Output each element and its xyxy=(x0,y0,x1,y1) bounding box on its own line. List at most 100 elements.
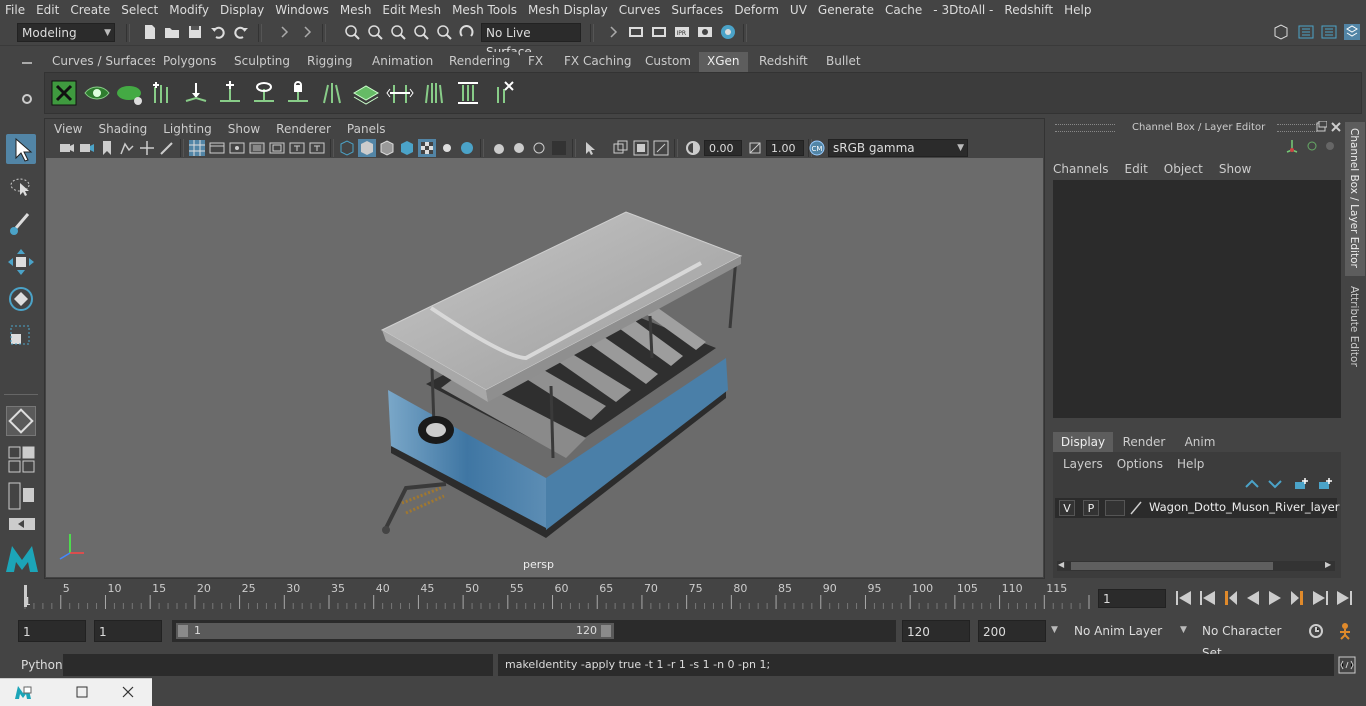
layer-menu-layers[interactable]: Layers xyxy=(1063,457,1103,471)
viewport-menu-shading[interactable]: Shading xyxy=(90,120,155,139)
layout-outliner-icon[interactable] xyxy=(8,482,36,510)
menu-redshift[interactable]: Redshift xyxy=(999,0,1059,20)
range-end-handle[interactable] xyxy=(601,625,611,637)
channel-menu-object[interactable]: Object xyxy=(1164,162,1203,176)
shelf-settings-gear-icon[interactable] xyxy=(20,92,34,106)
shelf-tab-fx-caching[interactable]: FX Caching xyxy=(556,52,640,72)
menu-generate[interactable]: Generate xyxy=(813,0,880,20)
menu-3dtoall[interactable]: - 3DtoAll - xyxy=(928,0,999,20)
layer-visibility-toggle[interactable]: V xyxy=(1059,500,1075,516)
playback-start-field[interactable]: 1 xyxy=(94,620,162,642)
channel-menu-channels[interactable]: Channels xyxy=(1053,162,1109,176)
smooth-shade-icon[interactable] xyxy=(358,139,376,157)
snap-grid-icon[interactable] xyxy=(343,23,361,41)
script-language-toggle[interactable]: Python xyxy=(18,654,65,676)
step-back-frame-icon[interactable] xyxy=(1225,591,1237,605)
scroll-right-icon[interactable]: ▶ xyxy=(1325,560,1331,569)
layer-horizontal-scrollbar[interactable]: ◀ ▶ xyxy=(1057,560,1335,571)
snap-point-icon[interactable] xyxy=(389,23,407,41)
xgen-rebuild-icon[interactable] xyxy=(386,79,414,107)
attribute-editor-toggle-icon[interactable] xyxy=(1297,23,1315,41)
xgen-lock-icon[interactable] xyxy=(284,79,312,107)
ambient-occlusion-icon[interactable] xyxy=(458,139,476,157)
select-tool-button[interactable] xyxy=(6,134,36,164)
lasso-tool-button[interactable] xyxy=(6,173,36,203)
live-surface-field[interactable]: No Live Surface xyxy=(481,23,581,59)
layer-menu-options[interactable]: Options xyxy=(1117,457,1163,471)
camera-attributes-icon[interactable] xyxy=(78,139,96,157)
depth-of-field-icon[interactable] xyxy=(530,139,548,157)
rotate-tool-button[interactable] xyxy=(6,284,36,314)
move-layer-down-icon[interactable] xyxy=(1267,477,1283,491)
undo-icon[interactable] xyxy=(209,23,227,41)
script-editor-icon[interactable] xyxy=(1338,656,1356,674)
drag-handle[interactable] xyxy=(1055,124,1115,132)
range-slider-track[interactable]: 1 120 xyxy=(172,620,896,642)
xgen-density-icon[interactable] xyxy=(352,79,380,107)
xgen-description-icon[interactable] xyxy=(116,79,144,107)
chevron-down-icon[interactable]: ▼ xyxy=(1051,625,1058,635)
viewport-menu-lighting[interactable]: Lighting xyxy=(155,120,220,139)
xgen-sculpt-guide-icon[interactable] xyxy=(318,79,346,107)
tab-display[interactable]: Display xyxy=(1053,432,1113,452)
side-tab-attribute-editor[interactable]: Attribute Editor xyxy=(1345,286,1365,370)
shelf-tab-xgen[interactable]: XGen xyxy=(699,52,748,72)
xgen-guide-icon[interactable] xyxy=(149,79,177,107)
range-start-handle[interactable] xyxy=(178,625,188,637)
play-forwards-icon[interactable] xyxy=(1269,591,1281,605)
layout-four-view-icon[interactable] xyxy=(8,446,36,474)
go-to-start-icon[interactable] xyxy=(1176,591,1191,605)
xgen-add-guide-icon[interactable] xyxy=(182,79,210,107)
collapse-arrow-icon[interactable] xyxy=(275,23,293,41)
menu-mesh[interactable]: Mesh xyxy=(335,0,378,20)
auto-key-icon[interactable] xyxy=(1307,622,1325,640)
menu-help[interactable]: Help xyxy=(1059,0,1097,20)
layer-display-type[interactable] xyxy=(1105,500,1125,516)
move-layer-up-icon[interactable] xyxy=(1244,477,1260,491)
time-slider[interactable]: 5 10 15 20 25 30 35 40 45 50 55 60 65 70 75 80 85 90 95 100… xyxy=(18,581,1105,611)
layer-color-swatch-icon[interactable] xyxy=(1129,500,1143,516)
play-backwards-icon[interactable] xyxy=(1247,591,1259,605)
step-back-key-icon[interactable] xyxy=(1200,591,1215,605)
collapse-arrow-icon[interactable] xyxy=(604,23,622,41)
shadows-icon[interactable] xyxy=(438,139,456,157)
current-frame-field[interactable]: 1 xyxy=(1098,589,1166,608)
shelf-tab-custom[interactable]: Custom xyxy=(637,52,699,72)
menu-curves[interactable]: Curves xyxy=(614,0,667,20)
xgen-select-guide-icon[interactable] xyxy=(250,79,278,107)
command-input[interactable] xyxy=(63,654,493,676)
snap-view-plane-icon[interactable] xyxy=(435,23,453,41)
step-forward-key-icon[interactable] xyxy=(1313,591,1328,605)
exposure-field[interactable]: 0.00 xyxy=(704,140,742,156)
xgen-editor-icon[interactable] xyxy=(50,79,78,107)
menu-edit[interactable]: Edit xyxy=(31,0,65,20)
camera-icon[interactable] xyxy=(58,139,76,157)
new-layer-icon[interactable] xyxy=(1293,477,1309,491)
collapse-arrow-icon[interactable] xyxy=(298,23,316,41)
mode-dropdown[interactable]: Modeling ▼ xyxy=(17,23,115,42)
redo-icon[interactable] xyxy=(232,23,250,41)
view-transform-dropdown[interactable]: sRGB gamma ▼ xyxy=(828,139,968,157)
layer-row[interactable]: V P Wagon_Dotto_Muson_River_layer xyxy=(1055,498,1339,518)
menu-modify[interactable]: Modify xyxy=(164,0,215,20)
wireframe-on-shaded-icon[interactable] xyxy=(378,139,396,157)
menu-windows[interactable]: Windows xyxy=(270,0,335,20)
maximize-icon[interactable] xyxy=(76,686,88,698)
ipr-render-icon[interactable]: IPR xyxy=(673,23,691,41)
exposure-icon[interactable] xyxy=(684,139,702,157)
xray-joints-icon[interactable] xyxy=(612,139,630,157)
menu-file[interactable]: File xyxy=(0,0,31,20)
viewport-menu-renderer[interactable]: Renderer xyxy=(268,120,339,139)
xgen-add-point-icon[interactable] xyxy=(216,79,244,107)
menu-deform[interactable]: Deform xyxy=(729,0,785,20)
paint-select-tool-button[interactable] xyxy=(6,210,36,240)
motion-blur-icon[interactable] xyxy=(490,139,508,157)
textured-icon[interactable] xyxy=(398,139,416,157)
resolution-gate-icon[interactable] xyxy=(228,139,246,157)
grid-toggle-icon[interactable] xyxy=(188,139,206,157)
shelf-tab-rendering[interactable]: Rendering xyxy=(441,52,519,72)
move-tool-button[interactable] xyxy=(6,247,36,277)
channel-list[interactable] xyxy=(1053,180,1341,418)
render-settings-icon[interactable] xyxy=(696,23,714,41)
viewport-menu-show[interactable]: Show xyxy=(220,120,268,139)
